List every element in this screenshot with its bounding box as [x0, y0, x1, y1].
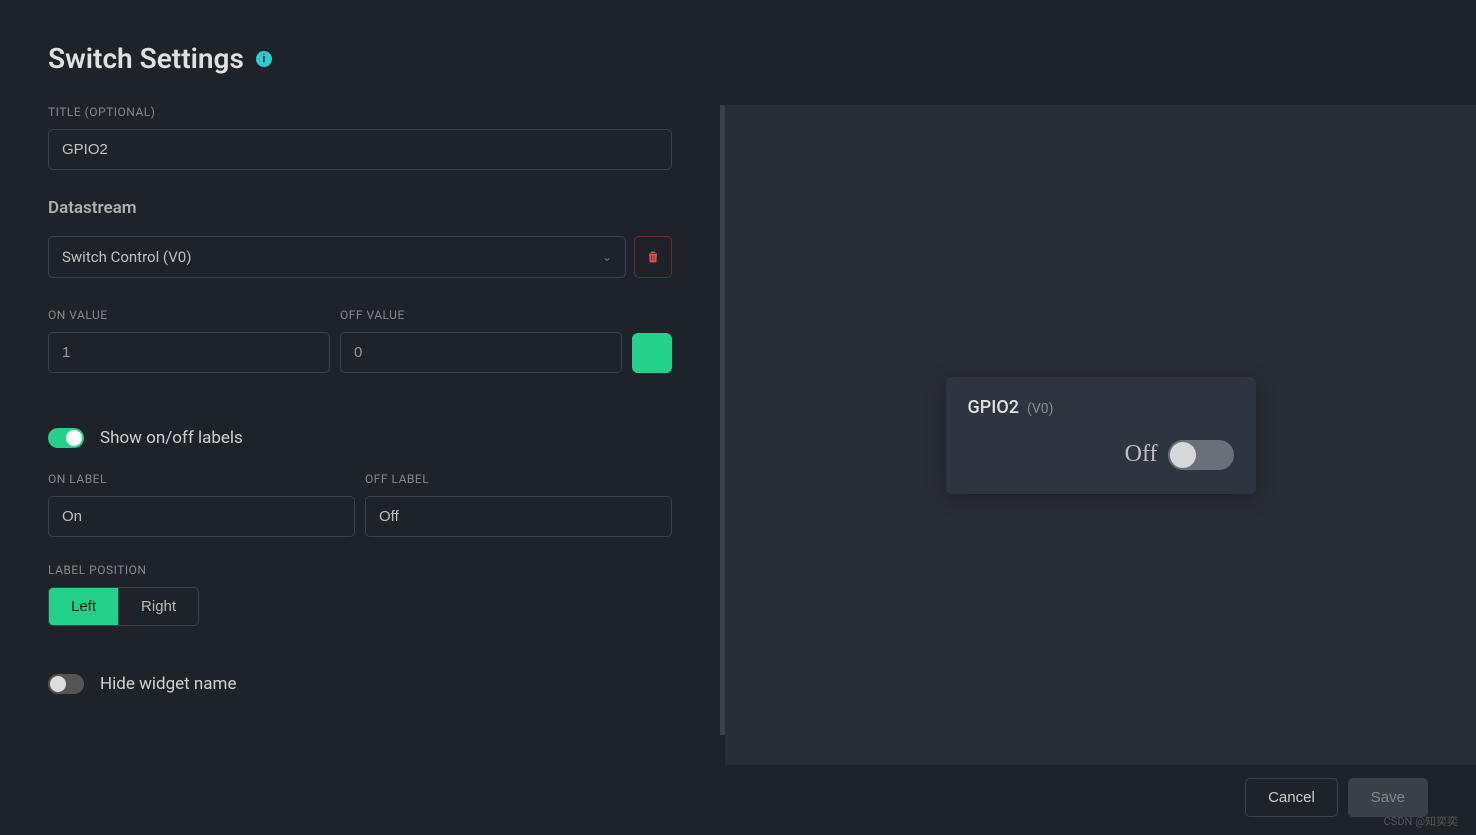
title-field-label: TITLE (OPTIONAL) [48, 105, 672, 119]
on-off-value-row: ON VALUE OFF VALUE [48, 308, 672, 373]
on-label-input[interactable] [48, 496, 355, 537]
preview-title-row: GPIO2 (V0) [968, 397, 1234, 418]
label-position-segment: Left Right [48, 587, 199, 626]
show-labels-toggle-row: Show on/off labels [48, 428, 672, 448]
hide-widget-toggle[interactable] [48, 674, 84, 694]
watermark: CSDN @知奕奕 [1384, 813, 1458, 829]
cancel-button[interactable]: Cancel [1245, 778, 1338, 817]
on-label-label: ON LABEL [48, 472, 355, 486]
off-value-label: OFF VALUE [340, 308, 622, 322]
title-input[interactable] [48, 129, 672, 170]
color-picker-swatch[interactable] [632, 333, 672, 373]
preview-switch-row: Off [968, 440, 1234, 470]
preview-switch[interactable] [1168, 440, 1234, 470]
off-value-col: OFF VALUE [340, 308, 622, 373]
on-value-col: ON VALUE [48, 308, 330, 373]
datastream-heading: Datastream [48, 198, 672, 218]
off-label-col: OFF LABEL [365, 472, 672, 537]
datastream-select[interactable]: Switch Control (V0) ⌄ [48, 236, 626, 278]
on-label-col: ON LABEL [48, 472, 355, 537]
datastream-row: Switch Control (V0) ⌄ [48, 236, 672, 278]
preview-subtitle: (V0) [1027, 401, 1054, 417]
content-area: TITLE (OPTIONAL) Datastream Switch Contr… [0, 105, 1476, 765]
off-label-input[interactable] [365, 496, 672, 537]
on-value-input[interactable] [48, 332, 330, 373]
label-position-label: LABEL POSITION [48, 563, 672, 577]
chevron-down-icon: ⌄ [602, 250, 612, 264]
off-label-label: OFF LABEL [365, 472, 672, 486]
show-labels-toggle[interactable] [48, 428, 84, 448]
off-value-input[interactable] [340, 332, 622, 373]
show-labels-toggle-label: Show on/off labels [100, 428, 243, 448]
label-position-right[interactable]: Right [118, 588, 198, 625]
label-position-left[interactable]: Left [49, 588, 118, 625]
trash-icon [645, 249, 661, 265]
on-off-label-row: ON LABEL OFF LABEL [48, 472, 672, 537]
page-header: Switch Settings i [0, 0, 1476, 105]
page-title: Switch Settings [48, 42, 244, 75]
save-button[interactable]: Save [1348, 778, 1428, 817]
on-value-label: ON VALUE [48, 308, 330, 322]
preview-title: GPIO2 [968, 397, 1019, 418]
preview-panel: GPIO2 (V0) Off [725, 105, 1476, 765]
delete-datastream-button[interactable] [634, 236, 672, 278]
datastream-value: Switch Control (V0) [62, 248, 191, 266]
info-icon[interactable]: i [256, 51, 272, 67]
preview-card: GPIO2 (V0) Off [946, 377, 1256, 494]
datastream-select-wrapper: Switch Control (V0) ⌄ [48, 236, 626, 278]
settings-form: TITLE (OPTIONAL) Datastream Switch Contr… [0, 105, 725, 735]
hide-widget-toggle-row: Hide widget name [48, 674, 672, 694]
preview-state-label: Off [1125, 441, 1158, 468]
hide-widget-toggle-label: Hide widget name [100, 674, 236, 694]
footer: Cancel Save [0, 760, 1476, 835]
